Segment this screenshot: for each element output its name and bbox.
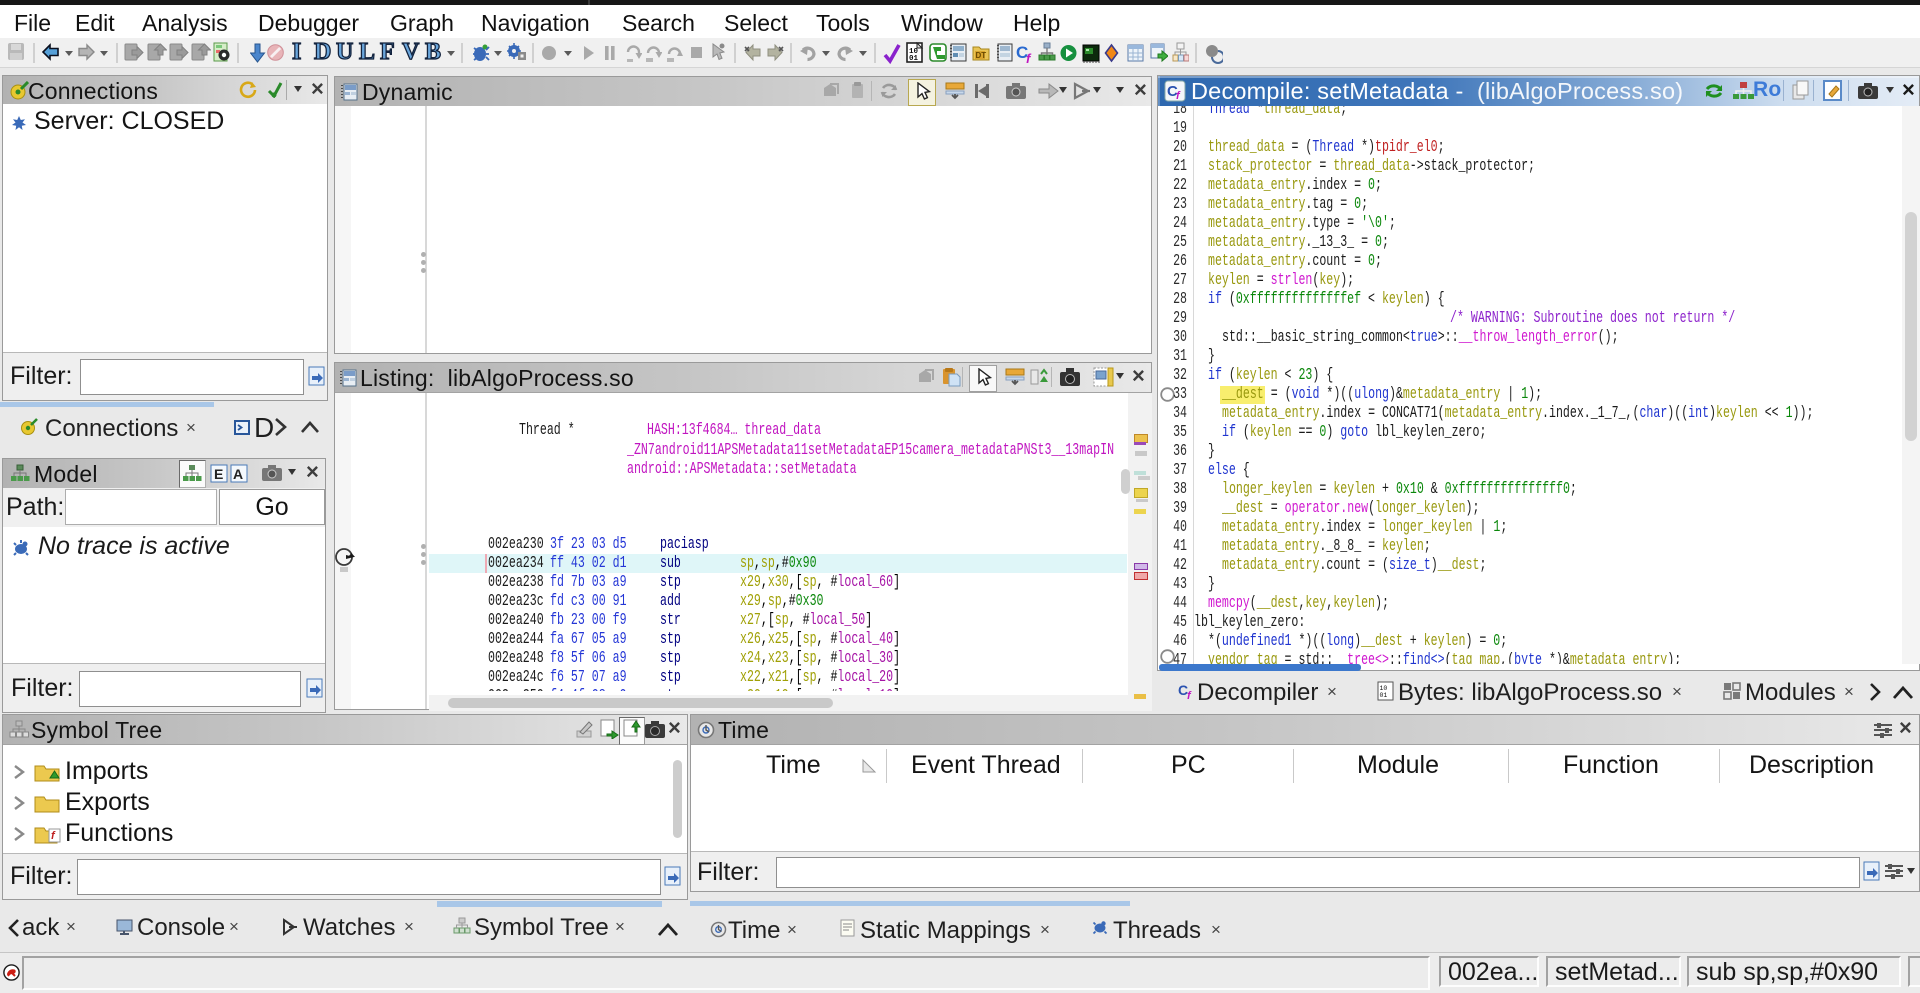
- svg-text:01: 01: [909, 55, 919, 63]
- svg-text:f: f: [1187, 690, 1192, 701]
- svg-text:A: A: [233, 466, 243, 482]
- svg-text:E: E: [214, 466, 224, 482]
- svg-text:10: 10: [1380, 685, 1388, 692]
- svg-text:DT: DT: [976, 51, 987, 60]
- svg-text:01: 01: [1380, 692, 1388, 699]
- svg-text:f: f: [1026, 51, 1032, 66]
